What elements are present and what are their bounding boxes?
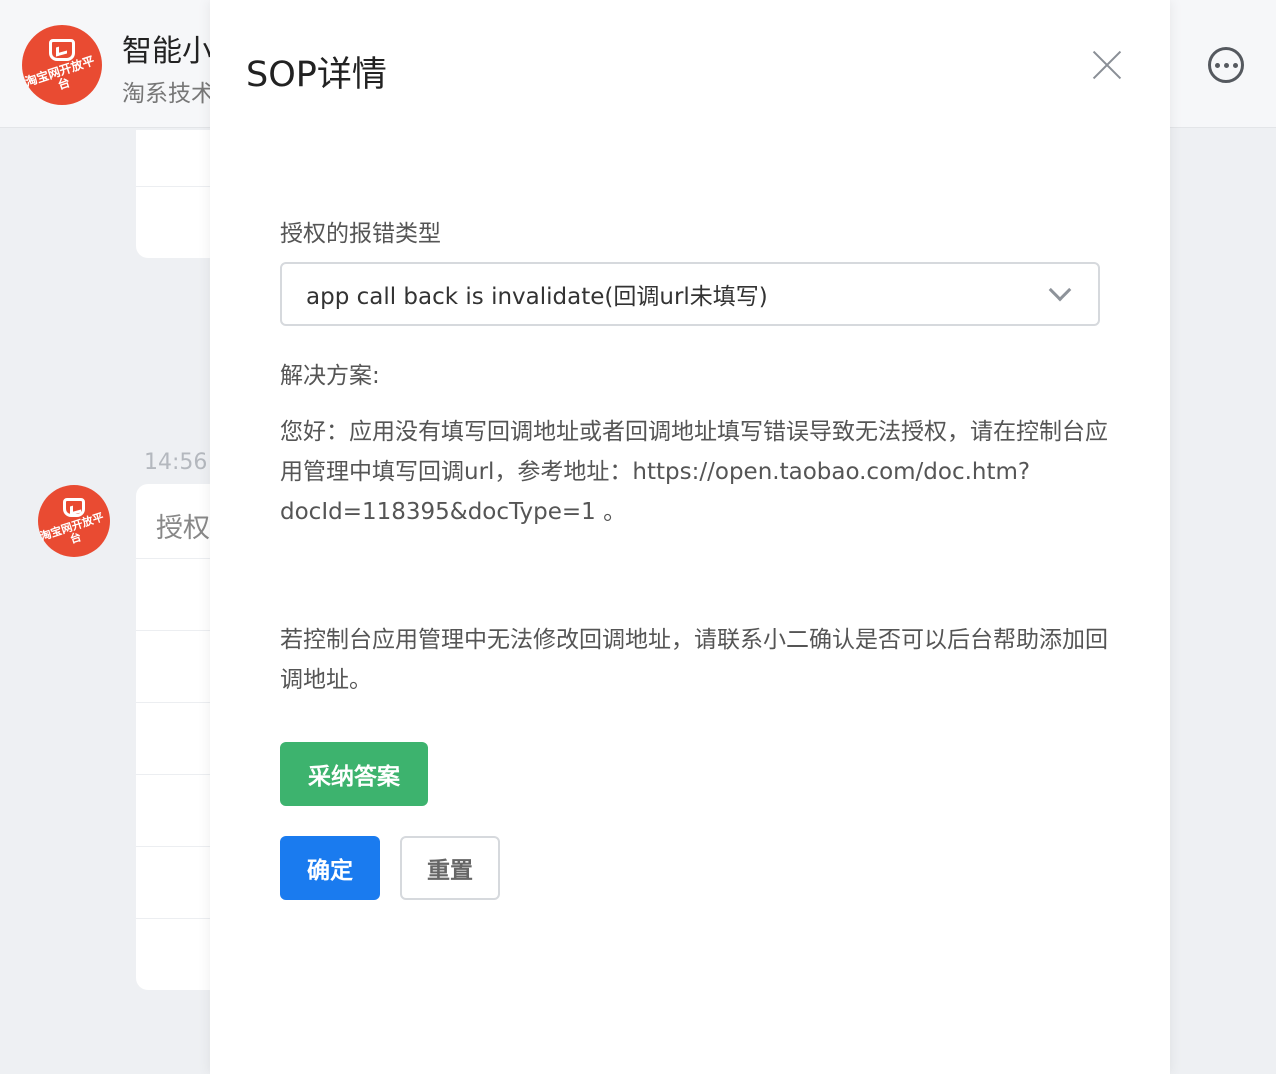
error-type-select[interactable]: app call back is invalidate(回调url未填写) [280, 262, 1100, 326]
sop-detail-drawer: SOP详情 授权的报错类型 app call back is invalidat… [210, 0, 1170, 1074]
chevron-down-icon [1048, 278, 1072, 302]
chat-subtitle: 淘系技术 [122, 81, 214, 107]
logo-text: 淘宝网开放平台 [38, 509, 106, 546]
logo-icon [63, 497, 85, 517]
close-icon[interactable] [1092, 50, 1122, 80]
solution-text: 您好：应用没有填写回调地址或者回调地址填写错误导致无法授权，请在控制台应用管理中… [280, 419, 1108, 525]
error-type-label: 授权的报错类型 [280, 221, 441, 247]
accept-answer-button[interactable]: 采纳答案 [280, 742, 428, 806]
solution-label: 解决方案: [280, 363, 380, 389]
avatar: 淘宝网开放平台 [22, 25, 102, 105]
avatar: 淘宝网开放平台 [38, 485, 110, 557]
bubble-text: 授权 [156, 513, 210, 544]
drawer-title: SOP详情 [246, 55, 387, 95]
more-options-icon[interactable] [1208, 47, 1244, 83]
logo-icon [49, 39, 75, 61]
reset-button[interactable]: 重置 [400, 836, 500, 900]
confirm-button[interactable]: 确定 [280, 836, 380, 900]
solution-note: 若控制台应用管理中无法修改回调地址，请联系小二确认是否可以后台帮助添加回调地址。 [280, 627, 1108, 693]
chat-name: 智能小 [122, 34, 212, 69]
select-value: app call back is invalidate(回调url未填写) [306, 284, 768, 310]
message-time: 14:56 [144, 450, 208, 475]
